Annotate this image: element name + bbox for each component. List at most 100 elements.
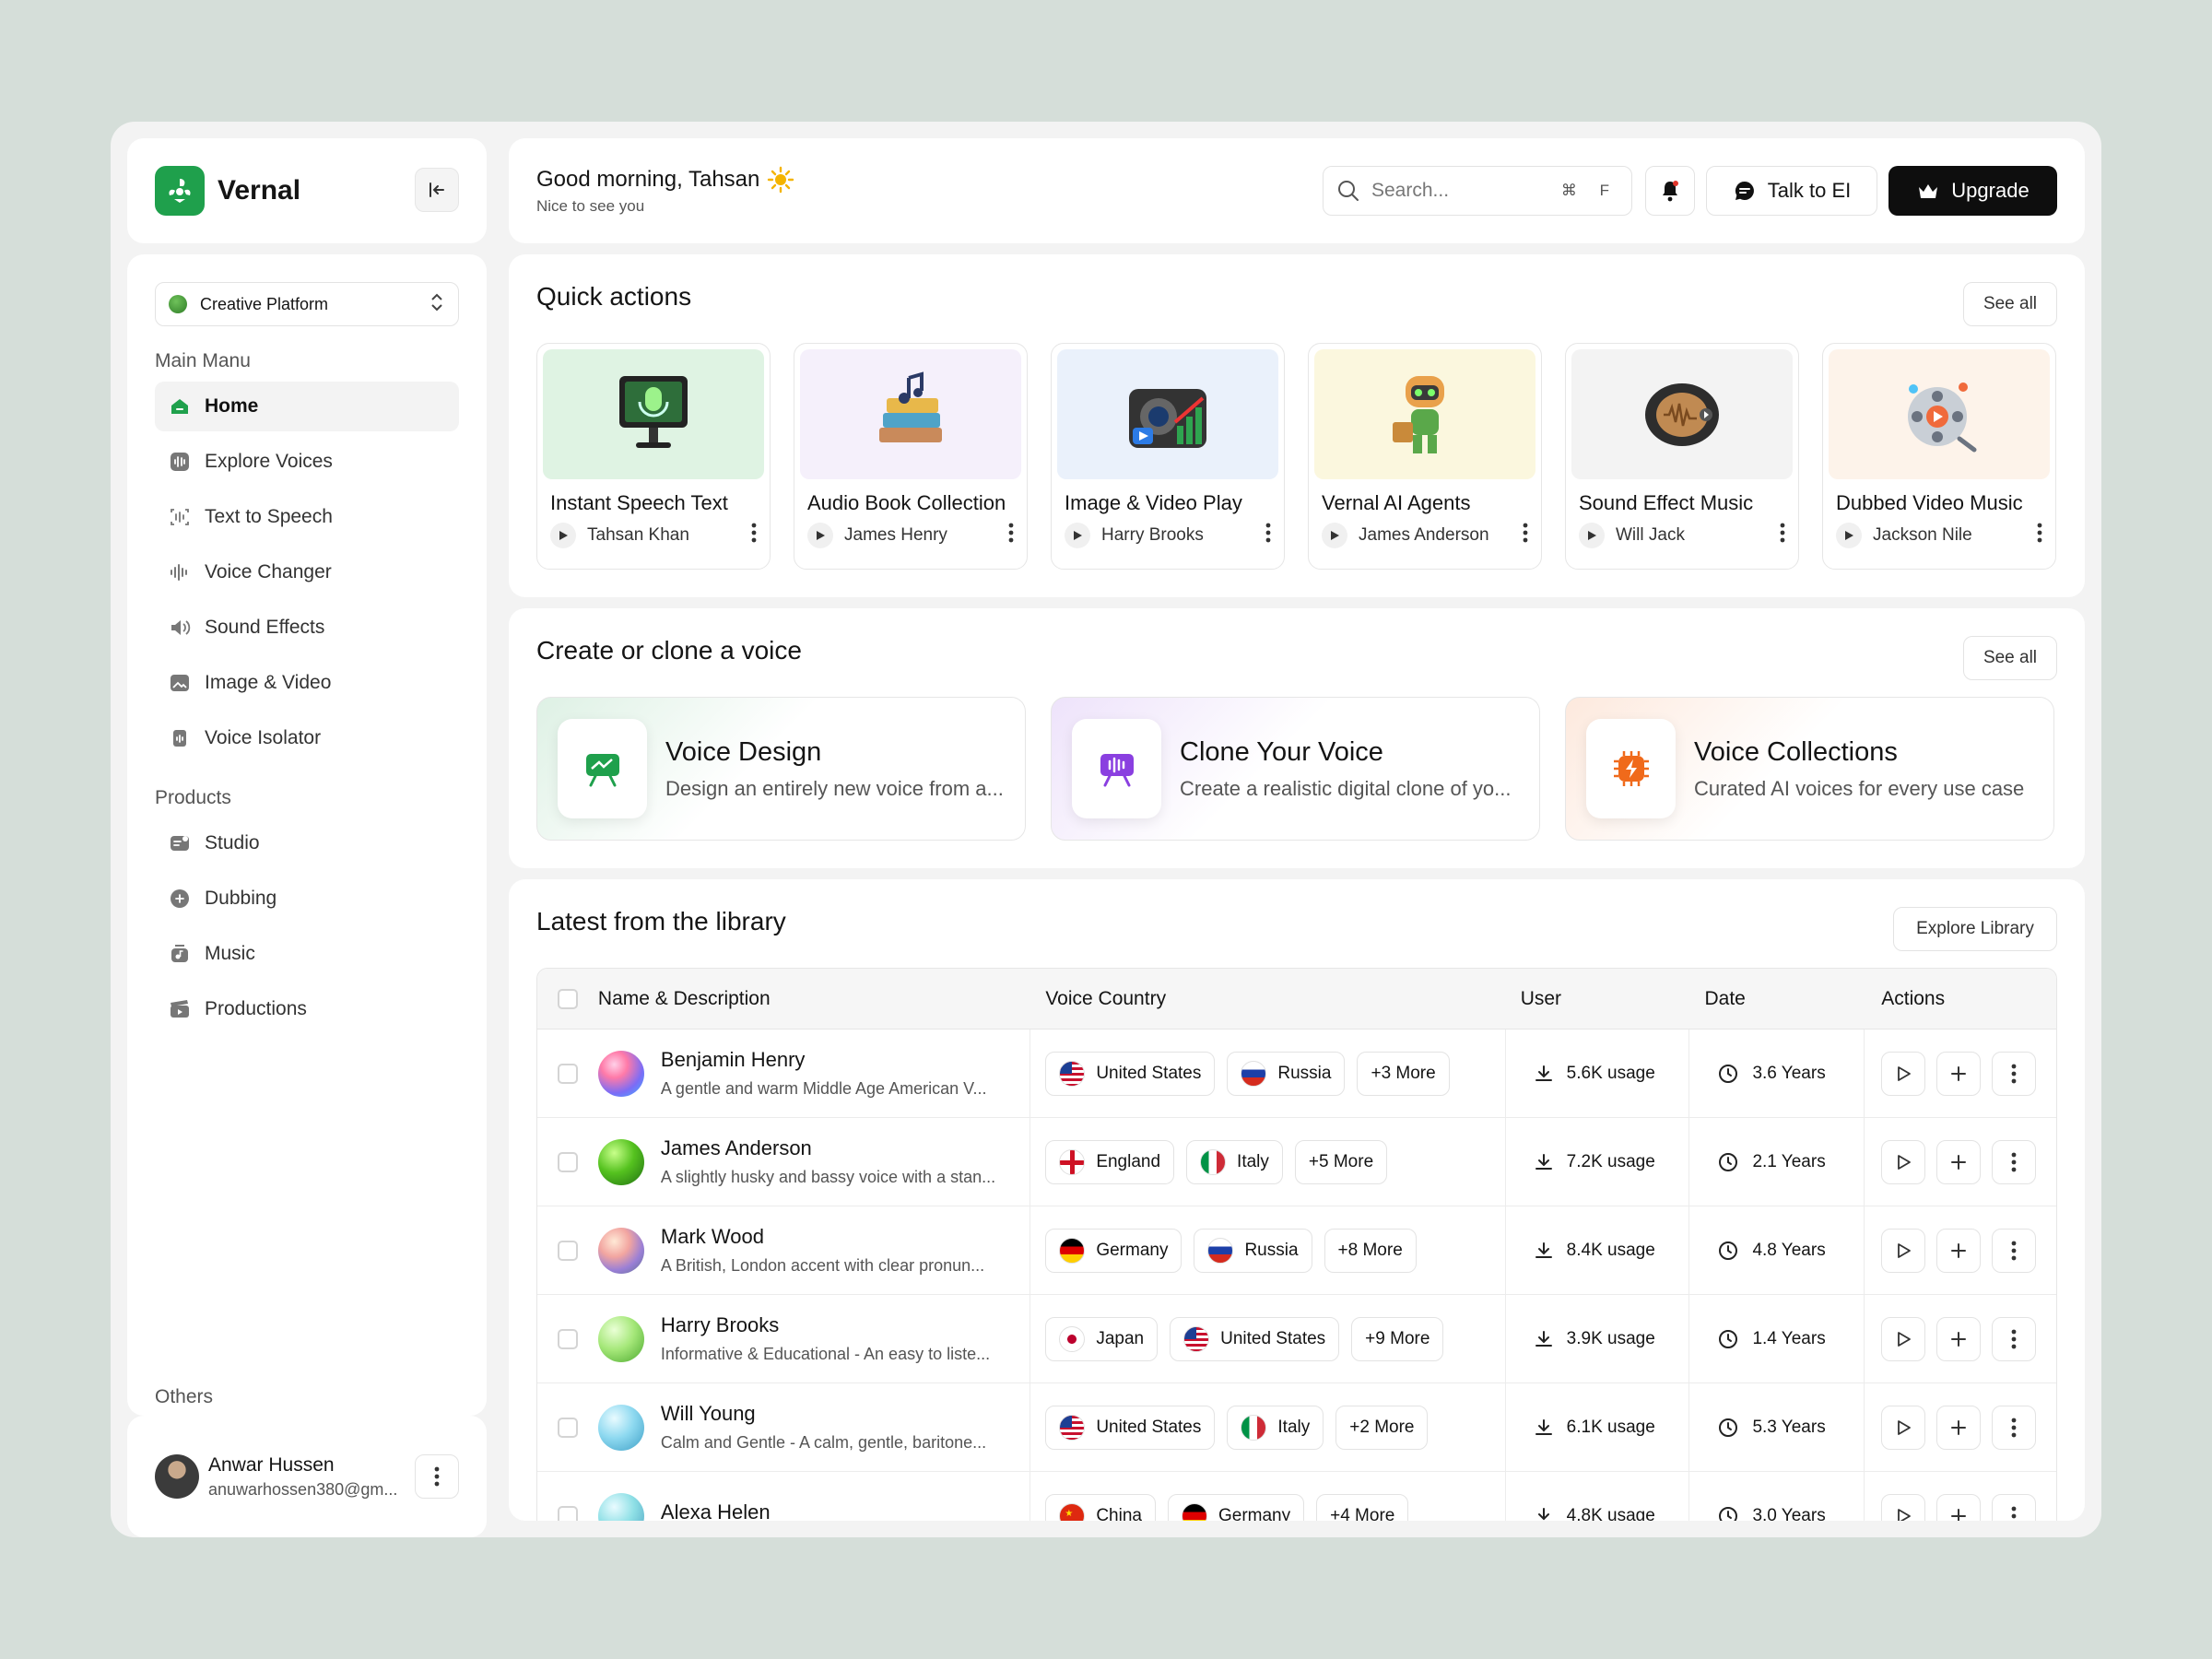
row-more-button[interactable] bbox=[1992, 1493, 2037, 1521]
row-more-button[interactable] bbox=[1992, 1139, 2037, 1184]
country-chip[interactable]: England bbox=[1045, 1139, 1175, 1184]
add-voice-button[interactable] bbox=[1936, 1493, 1982, 1521]
kebab-icon bbox=[1523, 523, 1528, 543]
quick-action-card[interactable]: Audio Book Collection James Henry bbox=[794, 343, 1028, 570]
play-voice-button[interactable] bbox=[1881, 1228, 1926, 1273]
play-icon bbox=[1898, 1154, 1912, 1170]
user-profile[interactable]: Anwar Hussen anuwarhossen380@gm... bbox=[127, 1416, 487, 1537]
country-chip[interactable]: Russia bbox=[1227, 1051, 1346, 1096]
play-voice-button[interactable] bbox=[1881, 1139, 1926, 1184]
talk-to-ei-button[interactable]: Talk to EI bbox=[1706, 166, 1877, 216]
notification-button[interactable] bbox=[1645, 166, 1695, 216]
sidebar-item-label: Music bbox=[205, 943, 255, 964]
quick-action-card[interactable]: Dubbed Video Music Jackson Nile bbox=[1822, 343, 2056, 570]
more-countries-chip[interactable]: +9 More bbox=[1351, 1316, 1444, 1361]
country-chip[interactable]: Russia bbox=[1194, 1228, 1312, 1273]
country-chip[interactable]: Italy bbox=[1186, 1139, 1283, 1184]
play-voice-button[interactable] bbox=[1881, 1493, 1926, 1521]
quick-action-card[interactable]: Image & Video Play Harry Brooks bbox=[1051, 343, 1285, 570]
card-more-button[interactable] bbox=[1523, 523, 1528, 548]
row-more-button[interactable] bbox=[1992, 1316, 2037, 1361]
user-more-button[interactable] bbox=[415, 1454, 459, 1499]
play-voice-button[interactable] bbox=[1881, 1405, 1926, 1450]
add-voice-button[interactable] bbox=[1936, 1228, 1982, 1273]
play-button[interactable] bbox=[550, 523, 576, 548]
quick-action-card[interactable]: Sound Effect Music Will Jack bbox=[1565, 343, 1799, 570]
row-checkbox[interactable] bbox=[557, 1417, 578, 1438]
sidebar-item-studio[interactable]: Studio bbox=[155, 818, 459, 868]
more-countries-chip[interactable]: +5 More bbox=[1294, 1139, 1388, 1184]
add-voice-button[interactable] bbox=[1936, 1051, 1982, 1096]
sidebar-item-label: Home bbox=[205, 395, 259, 417]
voice-avatar bbox=[597, 1138, 644, 1185]
card-more-button[interactable] bbox=[1265, 523, 1271, 548]
play-button[interactable] bbox=[1836, 523, 1862, 548]
row-checkbox[interactable] bbox=[557, 1151, 578, 1172]
sidebar-item-image-video[interactable]: Image & Video bbox=[155, 658, 459, 708]
play-button[interactable] bbox=[807, 523, 833, 548]
collapse-sidebar-button[interactable] bbox=[415, 168, 459, 212]
card-more-button[interactable] bbox=[751, 523, 757, 548]
quick-action-card[interactable]: Instant Speech Text Tahsan Khan bbox=[536, 343, 771, 570]
add-voice-button[interactable] bbox=[1936, 1405, 1982, 1450]
more-countries-chip[interactable]: +3 More bbox=[1357, 1051, 1450, 1096]
more-countries-chip[interactable]: +2 More bbox=[1335, 1405, 1429, 1450]
sidebar-item-voice-changer[interactable]: Voice Changer bbox=[155, 547, 459, 597]
country-chip[interactable]: United States bbox=[1170, 1316, 1340, 1361]
card-more-button[interactable] bbox=[1008, 523, 1014, 548]
select-all-checkbox[interactable] bbox=[557, 988, 578, 1009]
quick-see-all-button[interactable]: See all bbox=[1963, 282, 2057, 326]
sidebar-item-explore-voices[interactable]: Explore Voices bbox=[155, 437, 459, 487]
voice-avatar bbox=[597, 1050, 644, 1097]
library-title: Latest from the library bbox=[536, 907, 786, 935]
explore-library-button[interactable]: Explore Library bbox=[1893, 907, 2057, 951]
row-checkbox[interactable] bbox=[557, 1328, 578, 1349]
table-row: Will Young Calm and Gentle - A calm, gen… bbox=[537, 1383, 2056, 1472]
play-voice-button[interactable] bbox=[1881, 1051, 1926, 1096]
country-chip[interactable]: Japan bbox=[1045, 1316, 1159, 1361]
create-see-all-button[interactable]: See all bbox=[1963, 636, 2057, 680]
workspace-switcher[interactable]: Creative Platform bbox=[155, 282, 459, 326]
dubbing-icon bbox=[168, 887, 192, 911]
search-box[interactable]: Search... ⌘ F bbox=[1323, 166, 1632, 216]
add-voice-button[interactable] bbox=[1936, 1139, 1982, 1184]
play-icon bbox=[1898, 1331, 1912, 1347]
more-countries-chip[interactable]: +4 More bbox=[1316, 1493, 1409, 1521]
sidebar-item-productions[interactable]: Productions bbox=[155, 984, 459, 1034]
play-button[interactable] bbox=[1579, 523, 1605, 548]
create-card[interactable]: Voice Collections Curated AI voices for … bbox=[1565, 697, 2054, 841]
sidebar-item-home[interactable]: Home bbox=[155, 382, 459, 431]
row-checkbox[interactable] bbox=[557, 1505, 578, 1521]
sidebar-item-music[interactable]: Music bbox=[155, 929, 459, 979]
upgrade-button[interactable]: Upgrade bbox=[1888, 166, 2057, 216]
voice-avatar bbox=[597, 1227, 644, 1274]
country-chip[interactable]: Italy bbox=[1227, 1405, 1324, 1450]
row-more-button[interactable] bbox=[1992, 1405, 2037, 1450]
country-chip[interactable]: Germany bbox=[1045, 1228, 1182, 1273]
sidebar-item-text-to-speech[interactable]: Text to Speech bbox=[155, 492, 459, 542]
sidebar-item-voice-isolator[interactable]: Voice Isolator bbox=[155, 713, 459, 763]
card-more-button[interactable] bbox=[2037, 523, 2042, 548]
create-card[interactable]: Voice Design Design an entirely new voic… bbox=[536, 697, 1026, 841]
sidebar-item-dubbing[interactable]: Dubbing bbox=[155, 874, 459, 924]
play-button[interactable] bbox=[1322, 523, 1347, 548]
row-more-button[interactable] bbox=[1992, 1051, 2037, 1096]
row-more-button[interactable] bbox=[1992, 1228, 2037, 1273]
add-voice-button[interactable] bbox=[1936, 1316, 1982, 1361]
search-input[interactable]: Search... bbox=[1371, 180, 1449, 202]
row-checkbox[interactable] bbox=[557, 1240, 578, 1261]
country-chip[interactable]: United States bbox=[1045, 1051, 1216, 1096]
more-countries-chip[interactable]: +8 More bbox=[1324, 1228, 1417, 1273]
row-checkbox[interactable] bbox=[557, 1063, 578, 1084]
quick-action-card[interactable]: Vernal AI Agents James Anderson bbox=[1308, 343, 1542, 570]
main-menu-heading: Main Manu bbox=[155, 350, 251, 371]
flag-icon bbox=[1181, 1502, 1207, 1521]
play-button[interactable] bbox=[1065, 523, 1090, 548]
sidebar-item-sound-effects[interactable]: Sound Effects bbox=[155, 603, 459, 653]
country-chip[interactable]: Germany bbox=[1167, 1493, 1305, 1521]
country-chip[interactable]: United States bbox=[1045, 1405, 1216, 1450]
create-card[interactable]: Clone Your Voice Create a realistic digi… bbox=[1051, 697, 1540, 841]
country-chip[interactable]: ★ China bbox=[1045, 1493, 1156, 1521]
play-voice-button[interactable] bbox=[1881, 1316, 1926, 1361]
card-more-button[interactable] bbox=[1780, 523, 1785, 548]
